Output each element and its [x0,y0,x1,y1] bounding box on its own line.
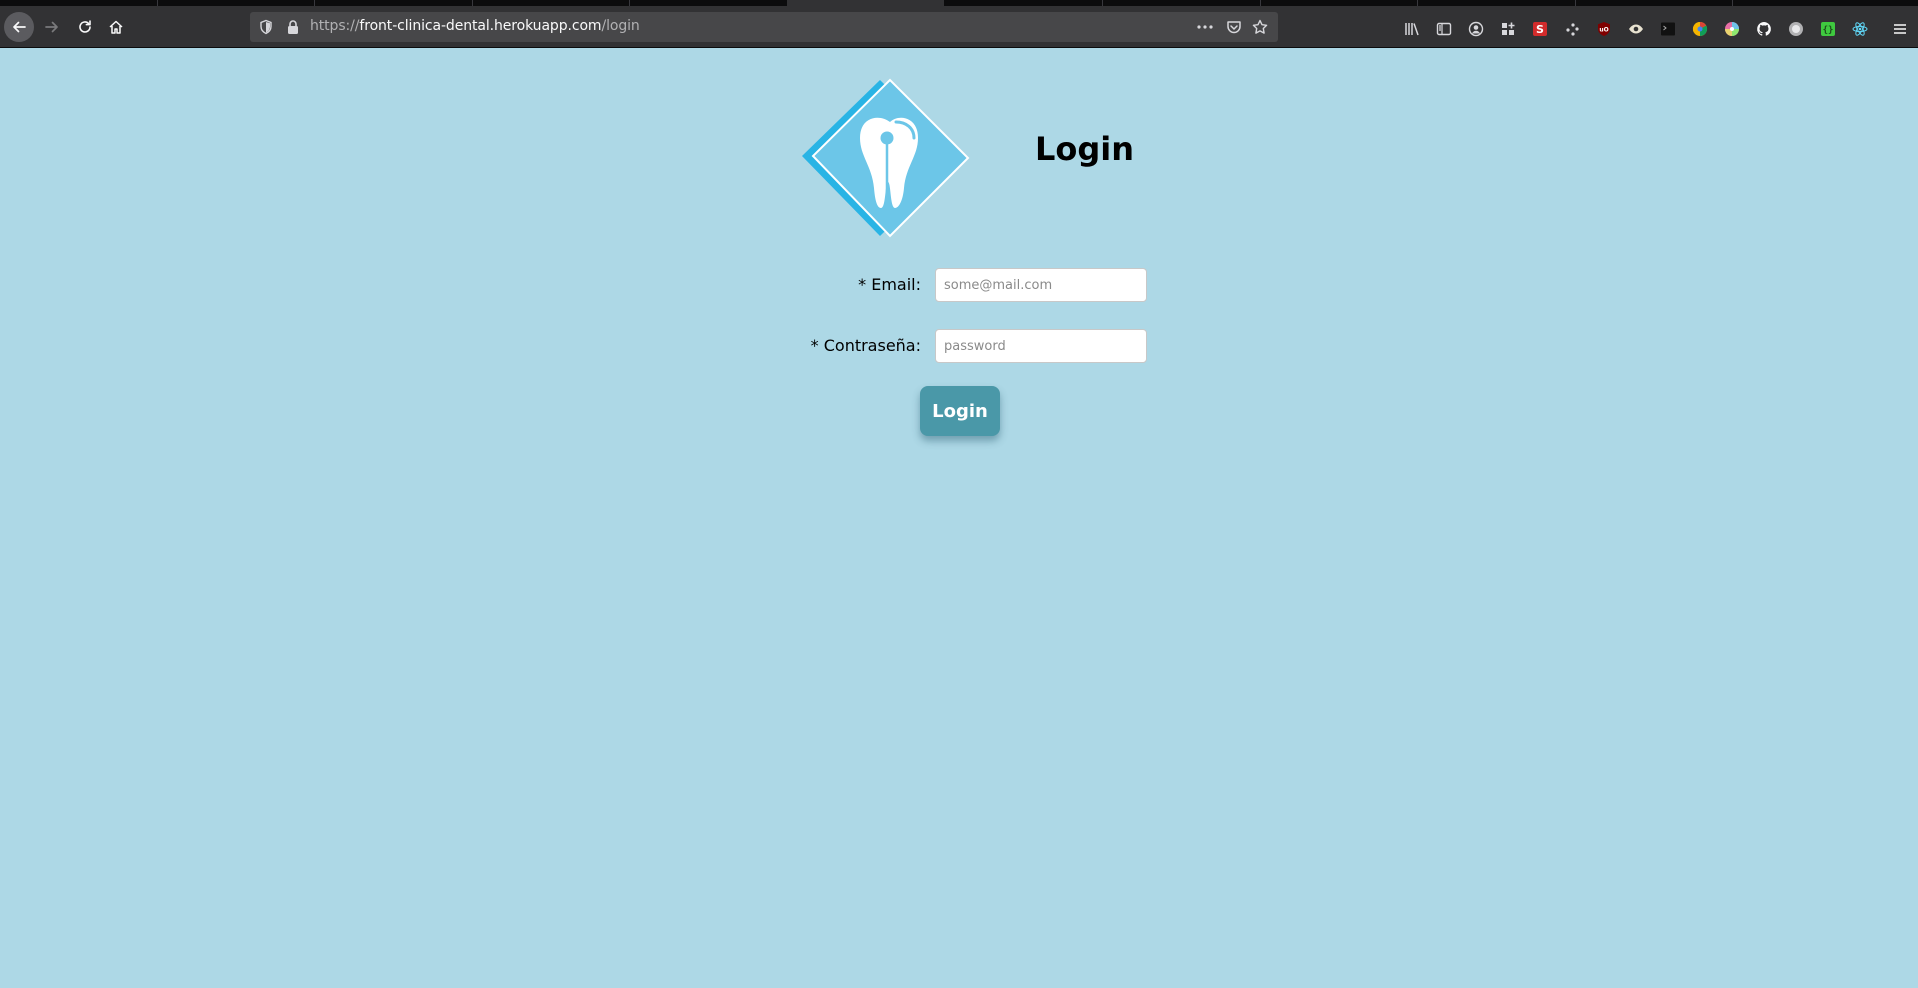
login-button[interactable]: Login [920,386,1000,436]
home-icon [109,20,123,34]
browser-toolbar: https://front-clinica-dental.herokuapp.c… [0,6,1918,48]
password-label: * Contraseña: [810,336,921,355]
lock-icon[interactable] [286,19,300,35]
url-path: /login [601,18,640,34]
extension-s-icon[interactable]: S [1532,21,1548,37]
back-button[interactable] [4,12,34,42]
ublock-icon[interactable]: uO [1596,21,1612,37]
email-input[interactable] [935,268,1147,302]
forward-button[interactable] [37,12,67,42]
menu-icon[interactable] [1892,21,1908,37]
extensions-grid-icon[interactable] [1500,21,1516,37]
dots-extension-icon[interactable] [1564,21,1580,37]
page-title: Login [1035,130,1135,168]
email-label: * Email: [858,275,921,294]
account-icon[interactable] [1468,21,1484,37]
svg-text:{}: {} [1823,26,1834,36]
url-text[interactable]: https://front-clinica-dental.herokuapp.c… [310,18,640,34]
password-input[interactable] [935,329,1147,363]
svg-text:S: S [1536,23,1544,36]
svg-text:uO: uO [1599,27,1608,34]
reload-button[interactable] [70,12,100,42]
star-icon[interactable] [1252,19,1268,35]
colorful-extension-icon[interactable] [1692,21,1708,37]
palette-extension-icon[interactable] [1724,21,1740,37]
library-icon[interactable] [1404,21,1420,37]
sidebar-icon[interactable] [1436,21,1452,37]
back-icon [13,21,26,33]
home-button[interactable] [101,12,131,42]
url-scheme: https:// [310,18,360,34]
shield-icon[interactable] [258,19,274,35]
reload-icon [79,20,91,33]
tooth-logo-icon [802,78,970,238]
url-bar[interactable]: https://front-clinica-dental.herokuapp.c… [250,12,1278,42]
eye-extension-icon[interactable] [1628,21,1644,37]
terminal-extension-icon[interactable] [1660,21,1676,37]
json-extension-icon[interactable]: {} [1820,21,1836,37]
pocket-icon[interactable] [1226,19,1242,35]
react-icon[interactable] [1852,21,1868,37]
github-icon[interactable] [1756,21,1772,37]
circle-extension-icon[interactable] [1788,21,1804,37]
forward-icon [45,21,58,33]
more-icon[interactable] [1196,19,1214,35]
url-host: front-clinica-dental.herokuapp.com [359,18,602,34]
